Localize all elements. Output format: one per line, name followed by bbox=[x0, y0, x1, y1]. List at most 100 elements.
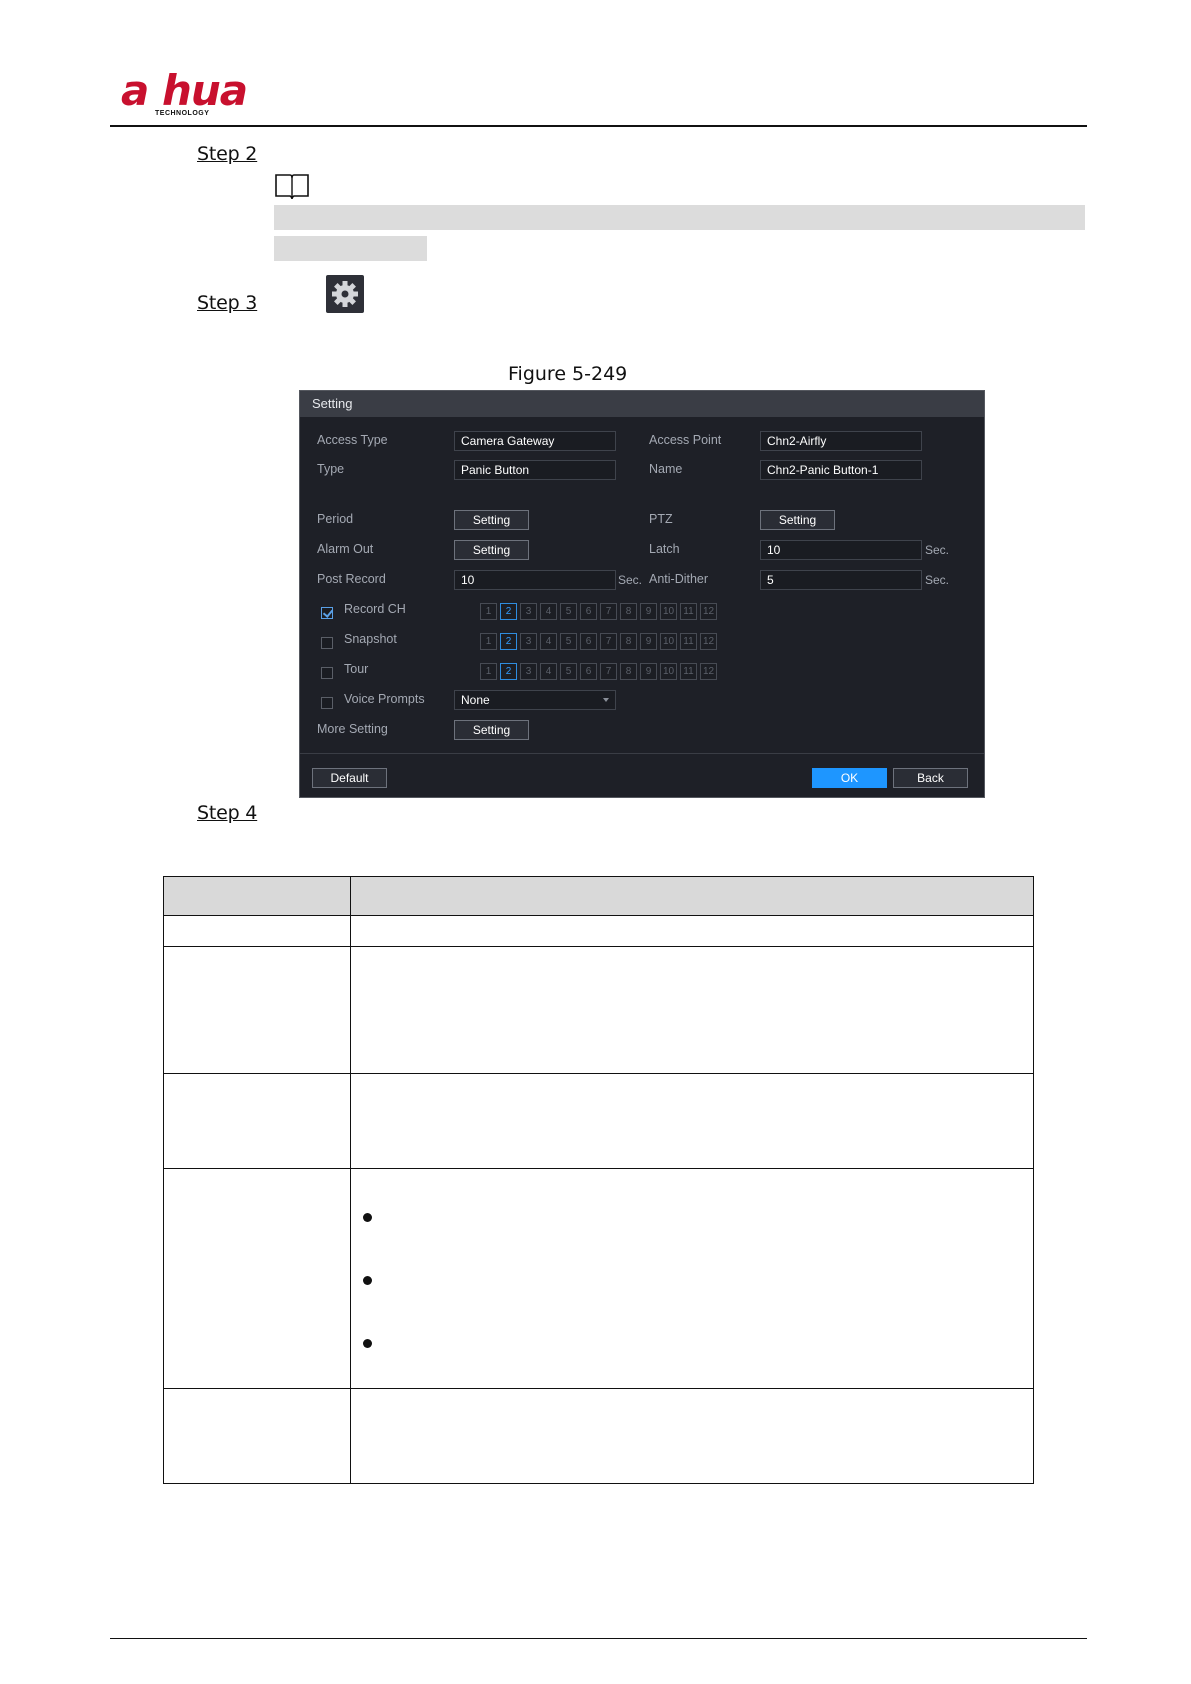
table-header-row bbox=[163, 876, 1034, 916]
table-cell bbox=[163, 1073, 351, 1169]
note-text-redacted-2 bbox=[274, 236, 427, 261]
more-setting-label: More Setting bbox=[317, 722, 388, 736]
step-2-label: Step 2 bbox=[197, 143, 258, 165]
voice-prompts-value: None bbox=[461, 693, 490, 707]
logo-wordmark: a hua bbox=[121, 66, 248, 115]
dahua-logo: a hua TECHNOLOGY bbox=[121, 70, 261, 120]
channel-toggle[interactable]: 10 bbox=[660, 633, 677, 650]
channel-toggle[interactable]: 11 bbox=[680, 603, 697, 620]
voice-prompts-label: Voice Prompts bbox=[344, 692, 425, 706]
latch-label: Latch bbox=[649, 542, 680, 556]
snapshot-checkbox[interactable] bbox=[321, 637, 333, 649]
dialog-footer-divider bbox=[300, 753, 984, 754]
step-4-label: Step 4 bbox=[197, 802, 258, 824]
voice-prompts-select[interactable]: None bbox=[454, 690, 616, 710]
channel-toggle[interactable]: 10 bbox=[660, 663, 677, 680]
channel-toggle[interactable]: 1 bbox=[480, 603, 497, 620]
channel-toggle[interactable]: 2 bbox=[500, 603, 517, 620]
anti-dither-unit: Sec. bbox=[925, 573, 950, 587]
gear-icon[interactable] bbox=[326, 275, 364, 313]
period-setting-button[interactable]: Setting bbox=[454, 510, 529, 530]
channel-toggle[interactable]: 5 bbox=[560, 603, 577, 620]
table-row bbox=[163, 1168, 1034, 1389]
channel-toggle[interactable]: 8 bbox=[620, 633, 637, 650]
table-row bbox=[163, 946, 1034, 1074]
back-button[interactable]: Back bbox=[893, 768, 968, 788]
table-cell bbox=[163, 1388, 351, 1484]
type-label: Type bbox=[317, 462, 345, 476]
channel-toggle[interactable]: 6 bbox=[580, 603, 597, 620]
access-point-field: Chn2-Airfly bbox=[760, 431, 922, 451]
record-ch-checkbox[interactable] bbox=[321, 607, 333, 619]
access-point-label: Access Point bbox=[649, 433, 722, 447]
channel-toggle[interactable]: 5 bbox=[560, 663, 577, 680]
tour-checkbox[interactable] bbox=[321, 667, 333, 679]
channel-toggle[interactable]: 4 bbox=[540, 603, 557, 620]
alarm-setting-dialog: Setting Access Type Camera Gateway Acces… bbox=[299, 390, 985, 798]
list-bullet bbox=[363, 1276, 372, 1285]
channel-toggle[interactable]: 3 bbox=[520, 633, 537, 650]
table-cell bbox=[163, 1168, 351, 1389]
dialog-title: Setting bbox=[300, 391, 984, 417]
channel-toggle[interactable]: 7 bbox=[600, 603, 617, 620]
channel-toggle[interactable]: 9 bbox=[640, 633, 657, 650]
footer-rule bbox=[110, 1638, 1087, 1639]
table-header-cell bbox=[350, 876, 1034, 916]
channel-toggle[interactable]: 1 bbox=[480, 663, 497, 680]
name-field[interactable]: Chn2-Panic Button-1 bbox=[760, 460, 922, 480]
period-label: Period bbox=[317, 512, 354, 526]
name-label: Name bbox=[649, 462, 683, 476]
voice-prompts-checkbox[interactable] bbox=[321, 697, 333, 709]
channel-toggle[interactable]: 12 bbox=[700, 603, 717, 620]
channel-toggle[interactable]: 2 bbox=[500, 663, 517, 680]
channel-toggle[interactable]: 6 bbox=[580, 633, 597, 650]
snapshot-label: Snapshot bbox=[344, 632, 397, 646]
table-row bbox=[163, 1388, 1034, 1484]
latch-input[interactable]: 10 bbox=[760, 540, 922, 560]
channel-toggle[interactable]: 11 bbox=[680, 633, 697, 650]
table-cell bbox=[350, 1073, 1034, 1169]
table-cell bbox=[163, 915, 351, 947]
channel-toggle[interactable]: 4 bbox=[540, 633, 557, 650]
anti-dither-input[interactable]: 5 bbox=[760, 570, 922, 590]
record-ch-label: Record CH bbox=[344, 602, 406, 616]
channel-toggle[interactable]: 8 bbox=[620, 603, 637, 620]
post-record-unit: Sec. bbox=[618, 573, 643, 587]
parameter-table bbox=[163, 876, 1034, 1484]
post-record-input[interactable]: 10 bbox=[454, 570, 616, 590]
channel-toggle[interactable]: 12 bbox=[700, 663, 717, 680]
table-cell bbox=[350, 915, 1034, 947]
type-field: Panic Button bbox=[454, 460, 616, 480]
channel-toggle[interactable]: 1 bbox=[480, 633, 497, 650]
channel-toggle[interactable]: 11 bbox=[680, 663, 697, 680]
ok-button[interactable]: OK bbox=[812, 768, 887, 788]
channel-toggle[interactable]: 5 bbox=[560, 633, 577, 650]
channel-toggle[interactable]: 3 bbox=[520, 663, 537, 680]
ptz-setting-button[interactable]: Setting bbox=[760, 510, 835, 530]
channel-toggle[interactable]: 6 bbox=[580, 663, 597, 680]
channel-toggle[interactable]: 4 bbox=[540, 663, 557, 680]
note-book-icon bbox=[274, 172, 310, 200]
default-button[interactable]: Default bbox=[312, 768, 387, 788]
channel-toggle[interactable]: 3 bbox=[520, 603, 537, 620]
table-header-cell bbox=[163, 876, 351, 916]
tour-channels: 1 2 3 4 5 6 7 8 9 10 11 12 bbox=[480, 663, 717, 680]
channel-toggle[interactable]: 2 bbox=[500, 633, 517, 650]
channel-toggle[interactable]: 12 bbox=[700, 633, 717, 650]
table-cell bbox=[350, 946, 1034, 1074]
channel-toggle[interactable]: 10 bbox=[660, 603, 677, 620]
channel-toggle[interactable]: 9 bbox=[640, 603, 657, 620]
channel-toggle[interactable]: 8 bbox=[620, 663, 637, 680]
post-record-label: Post Record bbox=[317, 572, 386, 586]
table-cell bbox=[163, 946, 351, 1074]
alarm-out-setting-button[interactable]: Setting bbox=[454, 540, 529, 560]
table-cell bbox=[350, 1388, 1034, 1484]
channel-toggle[interactable]: 7 bbox=[600, 663, 617, 680]
channel-toggle[interactable]: 9 bbox=[640, 663, 657, 680]
access-type-label: Access Type bbox=[317, 433, 388, 447]
list-bullet bbox=[363, 1213, 372, 1222]
table-cell bbox=[350, 1168, 1034, 1389]
snapshot-channels: 1 2 3 4 5 6 7 8 9 10 11 12 bbox=[480, 633, 717, 650]
channel-toggle[interactable]: 7 bbox=[600, 633, 617, 650]
more-setting-button[interactable]: Setting bbox=[454, 720, 529, 740]
